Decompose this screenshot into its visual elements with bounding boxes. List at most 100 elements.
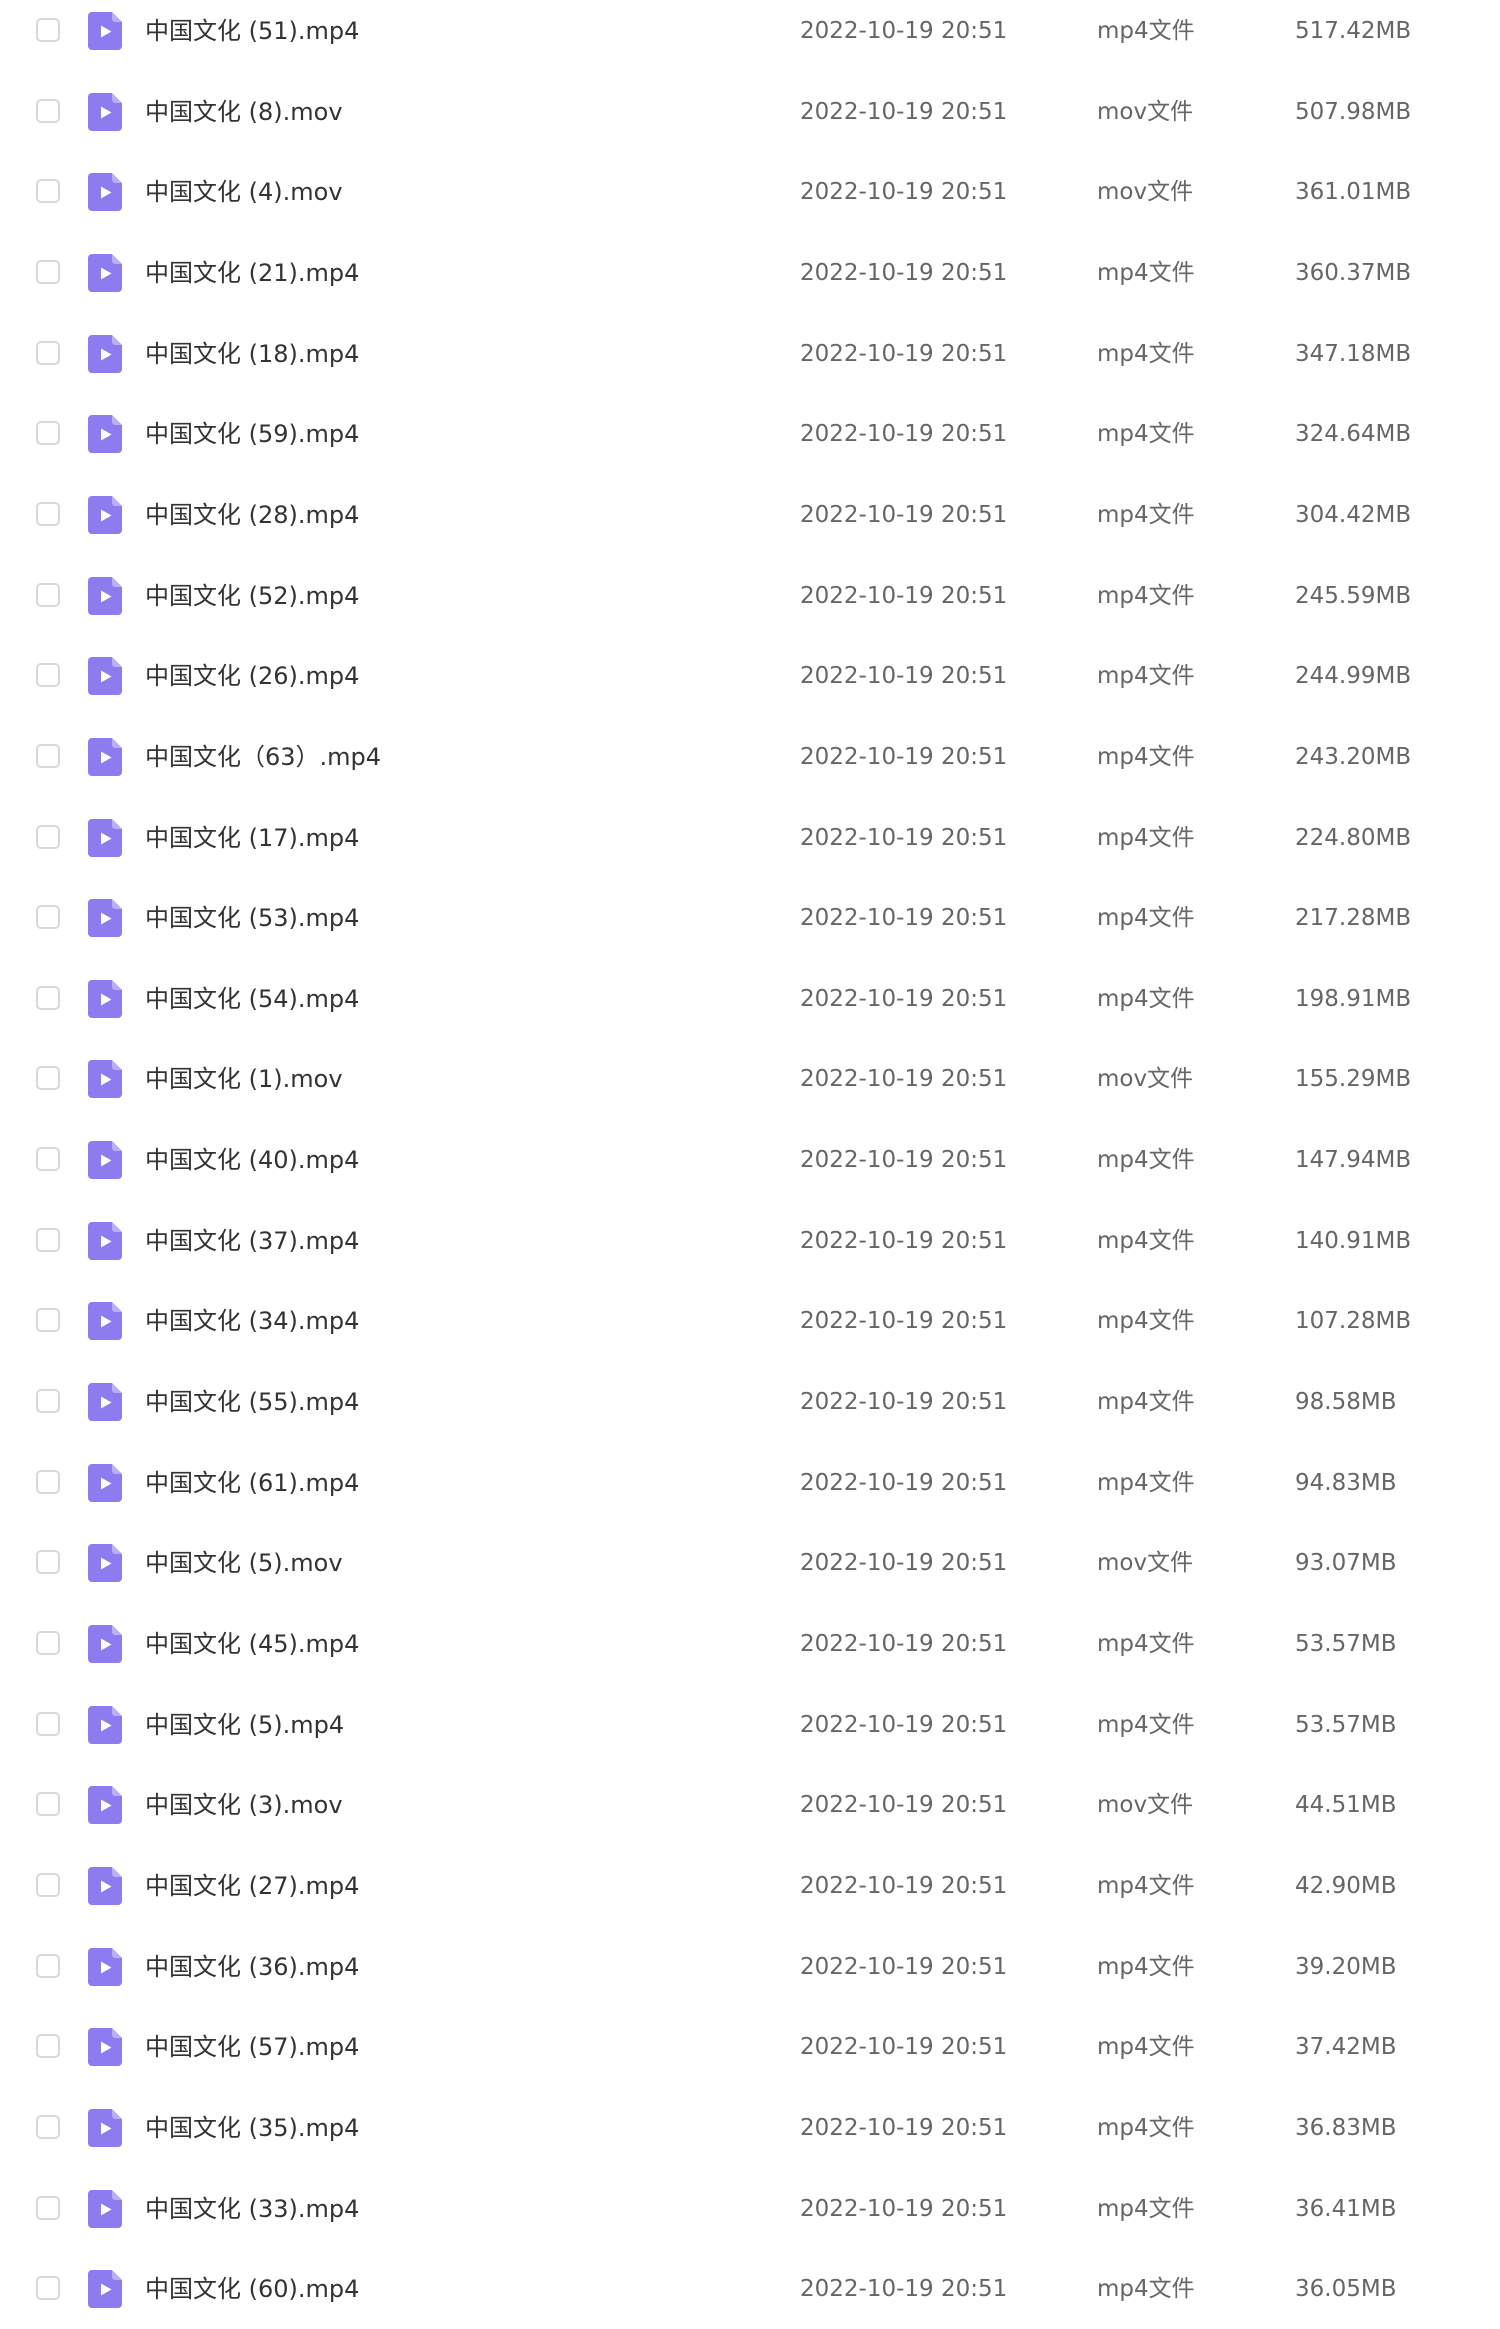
file-name[interactable]: 中国文化（63）.mp4 <box>145 740 381 774</box>
file-row-4[interactable]: 中国文化 (21).mp4 2022-10-19 20:51 mp4文件 360… <box>0 241 1500 313</box>
video-file-icon[interactable] <box>88 335 122 373</box>
row-checkbox[interactable] <box>36 905 60 929</box>
video-file-icon[interactable] <box>88 819 122 857</box>
row-checkbox[interactable] <box>36 1147 60 1171</box>
video-file-icon[interactable] <box>88 2190 122 2228</box>
file-row-10[interactable]: 中国文化（63）.mp4 2022-10-19 20:51 mp4文件 243.… <box>0 725 1500 797</box>
file-row-23[interactable]: 中国文化 (3).mov 2022-10-19 20:51 mov文件 44.5… <box>0 1773 1500 1845</box>
video-file-icon[interactable] <box>88 1786 122 1824</box>
file-row-5[interactable]: 中国文化 (18).mp4 2022-10-19 20:51 mp4文件 347… <box>0 322 1500 394</box>
video-file-icon[interactable] <box>88 1302 122 1340</box>
file-row-13[interactable]: 中国文化 (54).mp4 2022-10-19 20:51 mp4文件 198… <box>0 967 1500 1039</box>
file-name[interactable]: 中国文化 (1).mov <box>145 1062 343 1096</box>
video-file-icon[interactable] <box>88 1464 122 1502</box>
row-checkbox[interactable] <box>36 1954 60 1978</box>
file-name[interactable]: 中国文化 (18).mp4 <box>145 337 359 371</box>
file-row-12[interactable]: 中国文化 (53).mp4 2022-10-19 20:51 mp4文件 217… <box>0 886 1500 958</box>
video-file-icon[interactable] <box>88 1060 122 1098</box>
row-checkbox[interactable] <box>36 99 60 123</box>
video-file-icon[interactable] <box>88 2270 122 2308</box>
file-name[interactable]: 中国文化 (21).mp4 <box>145 256 359 290</box>
row-checkbox[interactable] <box>36 1712 60 1736</box>
file-row-27[interactable]: 中国文化 (35).mp4 2022-10-19 20:51 mp4文件 36.… <box>0 2096 1500 2168</box>
video-file-icon[interactable] <box>88 577 122 615</box>
row-checkbox[interactable] <box>36 1308 60 1332</box>
row-checkbox[interactable] <box>36 502 60 526</box>
row-checkbox[interactable] <box>36 744 60 768</box>
video-file-icon[interactable] <box>88 1383 122 1421</box>
file-name[interactable]: 中国文化 (33).mp4 <box>145 2192 359 2226</box>
file-name[interactable]: 中国文化 (27).mp4 <box>145 1869 359 1903</box>
video-file-icon[interactable] <box>88 254 122 292</box>
row-checkbox[interactable] <box>36 583 60 607</box>
row-checkbox[interactable] <box>36 986 60 1010</box>
file-name[interactable]: 中国文化 (51).mp4 <box>145 14 359 48</box>
file-row-11[interactable]: 中国文化 (17).mp4 2022-10-19 20:51 mp4文件 224… <box>0 806 1500 878</box>
row-checkbox[interactable] <box>36 1792 60 1816</box>
file-row-18[interactable]: 中国文化 (55).mp4 2022-10-19 20:51 mp4文件 98.… <box>0 1370 1500 1442</box>
row-checkbox[interactable] <box>36 2034 60 2058</box>
file-row-20[interactable]: 中国文化 (5).mov 2022-10-19 20:51 mov文件 93.0… <box>0 1531 1500 1603</box>
file-row-22[interactable]: 中国文化 (5).mp4 2022-10-19 20:51 mp4文件 53.5… <box>0 1693 1500 1765</box>
row-checkbox[interactable] <box>36 2196 60 2220</box>
video-file-icon[interactable] <box>88 1867 122 1905</box>
row-checkbox[interactable] <box>36 179 60 203</box>
file-name[interactable]: 中国文化 (3).mov <box>145 1788 343 1822</box>
file-name[interactable]: 中国文化 (61).mp4 <box>145 1466 359 1500</box>
file-row-24[interactable]: 中国文化 (27).mp4 2022-10-19 20:51 mp4文件 42.… <box>0 1854 1500 1926</box>
file-name[interactable]: 中国文化 (35).mp4 <box>145 2111 359 2145</box>
video-file-icon[interactable] <box>88 1948 122 1986</box>
file-name[interactable]: 中国文化 (60).mp4 <box>145 2272 359 2306</box>
video-file-icon[interactable] <box>88 173 122 211</box>
file-name[interactable]: 中国文化 (55).mp4 <box>145 1385 359 1419</box>
video-file-icon[interactable] <box>88 1625 122 1663</box>
file-row-2[interactable]: 中国文化 (8).mov 2022-10-19 20:51 mov文件 507.… <box>0 80 1500 152</box>
file-name[interactable]: 中国文化 (5).mp4 <box>145 1708 344 1742</box>
file-row-7[interactable]: 中国文化 (28).mp4 2022-10-19 20:51 mp4文件 304… <box>0 483 1500 555</box>
file-name[interactable]: 中国文化 (45).mp4 <box>145 1627 359 1661</box>
row-checkbox[interactable] <box>36 2276 60 2300</box>
video-file-icon[interactable] <box>88 2028 122 2066</box>
file-name[interactable]: 中国文化 (5).mov <box>145 1546 343 1580</box>
file-name[interactable]: 中国文化 (36).mp4 <box>145 1950 359 1984</box>
row-checkbox[interactable] <box>36 1550 60 1574</box>
file-name[interactable]: 中国文化 (8).mov <box>145 95 343 129</box>
file-name[interactable]: 中国文化 (54).mp4 <box>145 982 359 1016</box>
row-checkbox[interactable] <box>36 2115 60 2139</box>
file-row-17[interactable]: 中国文化 (34).mp4 2022-10-19 20:51 mp4文件 107… <box>0 1289 1500 1361</box>
file-row-28[interactable]: 中国文化 (33).mp4 2022-10-19 20:51 mp4文件 36.… <box>0 2177 1500 2249</box>
file-name[interactable]: 中国文化 (57).mp4 <box>145 2030 359 2064</box>
file-name[interactable]: 中国文化 (53).mp4 <box>145 901 359 935</box>
file-name[interactable]: 中国文化 (4).mov <box>145 175 343 209</box>
row-checkbox[interactable] <box>36 1228 60 1252</box>
file-name[interactable]: 中国文化 (52).mp4 <box>145 579 359 613</box>
video-file-icon[interactable] <box>88 899 122 937</box>
file-row-15[interactable]: 中国文化 (40).mp4 2022-10-19 20:51 mp4文件 147… <box>0 1128 1500 1200</box>
video-file-icon[interactable] <box>88 415 122 453</box>
video-file-icon[interactable] <box>88 93 122 131</box>
video-file-icon[interactable] <box>88 12 122 50</box>
video-file-icon[interactable] <box>88 496 122 534</box>
video-file-icon[interactable] <box>88 1222 122 1260</box>
video-file-icon[interactable] <box>88 980 122 1018</box>
file-row-29[interactable]: 中国文化 (60).mp4 2022-10-19 20:51 mp4文件 36.… <box>0 2257 1500 2329</box>
row-checkbox[interactable] <box>36 260 60 284</box>
row-checkbox[interactable] <box>36 1873 60 1897</box>
file-row-19[interactable]: 中国文化 (61).mp4 2022-10-19 20:51 mp4文件 94.… <box>0 1451 1500 1523</box>
file-name[interactable]: 中国文化 (17).mp4 <box>145 821 359 855</box>
file-row-1[interactable]: 中国文化 (51).mp4 2022-10-19 20:51 mp4文件 517… <box>0 0 1500 71</box>
file-name[interactable]: 中国文化 (26).mp4 <box>145 659 359 693</box>
file-row-26[interactable]: 中国文化 (57).mp4 2022-10-19 20:51 mp4文件 37.… <box>0 2015 1500 2087</box>
video-file-icon[interactable] <box>88 657 122 695</box>
video-file-icon[interactable] <box>88 1706 122 1744</box>
video-file-icon[interactable] <box>88 738 122 776</box>
file-row-14[interactable]: 中国文化 (1).mov 2022-10-19 20:51 mov文件 155.… <box>0 1047 1500 1119</box>
row-checkbox[interactable] <box>36 18 60 42</box>
row-checkbox[interactable] <box>36 341 60 365</box>
file-row-3[interactable]: 中国文化 (4).mov 2022-10-19 20:51 mov文件 361.… <box>0 160 1500 232</box>
row-checkbox[interactable] <box>36 1066 60 1090</box>
row-checkbox[interactable] <box>36 1631 60 1655</box>
file-row-21[interactable]: 中国文化 (45).mp4 2022-10-19 20:51 mp4文件 53.… <box>0 1612 1500 1684</box>
file-row-16[interactable]: 中国文化 (37).mp4 2022-10-19 20:51 mp4文件 140… <box>0 1209 1500 1281</box>
file-name[interactable]: 中国文化 (40).mp4 <box>145 1143 359 1177</box>
